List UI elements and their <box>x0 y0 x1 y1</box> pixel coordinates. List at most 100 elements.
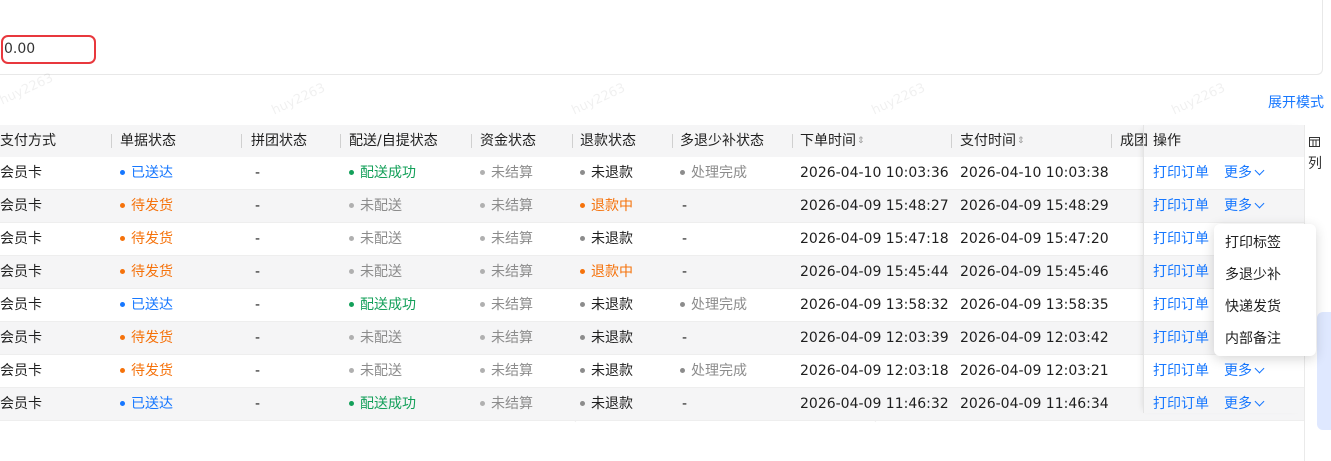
columns-icon[interactable] <box>1309 137 1320 150</box>
payment-method: 会员卡 <box>0 322 42 354</box>
adjust-status: - <box>682 190 687 222</box>
status-dot <box>349 334 354 340</box>
pay-time: 2026-04-09 12:03:21 <box>960 355 1109 387</box>
status-dot <box>120 301 125 307</box>
order-time: 2026-04-09 15:47:18 <box>800 223 949 255</box>
floating-side-tab[interactable] <box>1317 312 1331 430</box>
expand-mode-link[interactable]: 展开模式 <box>1268 92 1324 112</box>
fund-status: 未结算 <box>480 223 533 255</box>
adjust-status: 处理完成 <box>680 157 747 189</box>
status-dot <box>480 169 485 175</box>
delivery-status: 未配送 <box>349 223 402 255</box>
summary-panel: 0.00 <box>0 0 1323 75</box>
column-divider <box>572 134 573 148</box>
status-dot <box>349 301 354 307</box>
dropdown-item[interactable]: 内部备注 <box>1214 323 1316 355</box>
order-time: 2026-04-10 10:03:36 <box>800 157 949 189</box>
delivery-status-text: 配送成功 <box>360 396 416 412</box>
delivery-status-text: 配送成功 <box>360 297 416 313</box>
pay-time-text: 2026-04-09 12:03:42 <box>960 330 1109 346</box>
pay-time: 2026-04-09 15:45:46 <box>960 256 1109 288</box>
status-dot <box>480 268 485 274</box>
status-dot <box>349 400 354 406</box>
column-settings-label[interactable]: 列 <box>1308 153 1322 173</box>
column-header-label: 拼团状态 <box>251 133 307 149</box>
dropdown-item[interactable]: 快递发货 <box>1214 291 1316 323</box>
table-row: 会员卡 已送达 - 配送成功 未结算 未退款 - 2026-04-09 11:46:32 202… <box>0 388 1304 421</box>
order-time-text: 2026-04-09 12:03:39 <box>800 330 949 346</box>
document-status-text: 已送达 <box>131 297 173 313</box>
column-header: 配送/自提状态 <box>349 125 438 157</box>
document-status-text: 待发货 <box>131 231 173 247</box>
order-time: 2026-04-09 13:58:32 <box>800 289 949 321</box>
refund-status-text: 退款中 <box>591 198 633 214</box>
refund-status-text: 未退款 <box>591 165 633 181</box>
document-status: 待发货 <box>120 223 173 255</box>
table-row: 会员卡 待发货 - 未配送 未结算 退款中 - 2026-04-09 15:48:27 2026… <box>0 190 1304 223</box>
status-dot <box>580 367 585 373</box>
column-header-label: 退款状态 <box>580 133 636 149</box>
status-dot <box>120 400 125 406</box>
group-status-text: - <box>255 264 261 280</box>
fund-status: 未结算 <box>480 322 533 354</box>
payment-method: 会员卡 <box>0 388 42 420</box>
payment-method-text: 会员卡 <box>0 231 42 247</box>
document-status-text: 已送达 <box>131 165 173 181</box>
status-dot <box>580 400 585 406</box>
column-header[interactable]: 下单时间⇕ <box>800 125 865 157</box>
sort-icon[interactable]: ⇕ <box>857 136 865 146</box>
column-header-label: 支付时间 <box>960 133 1016 149</box>
table-body: 会员卡 已送达 - 配送成功 未结算 未退款 处理完成 2026-04-10 10:03:36… <box>0 157 1304 421</box>
column-header: 单据状态 <box>120 125 176 157</box>
fund-status-text: 未结算 <box>491 198 533 214</box>
fund-status-text: 未结算 <box>491 297 533 313</box>
order-time-text: 2026-04-09 15:47:18 <box>800 231 949 247</box>
payment-method-text: 会员卡 <box>0 330 42 346</box>
document-status: 已送达 <box>120 289 173 321</box>
fund-status: 未结算 <box>480 355 533 387</box>
watermark-text: huy2263 <box>269 80 328 119</box>
column-header[interactable]: 支付时间⇕ <box>960 125 1025 157</box>
table-row: 会员卡 已送达 - 配送成功 未结算 未退款 处理完成 2026-04-10 10:03:36… <box>0 157 1304 190</box>
status-dot <box>120 169 125 175</box>
dropdown-item[interactable]: 多退少补 <box>1214 259 1316 291</box>
delivery-status: 未配送 <box>349 322 402 354</box>
order-time-text: 2026-04-10 10:03:36 <box>800 165 949 181</box>
pay-time: 2026-04-10 10:03:38 <box>960 157 1109 189</box>
delivery-status: 配送成功 <box>349 289 416 321</box>
status-dot <box>580 301 585 307</box>
column-header: 多退少补状态 <box>680 125 764 157</box>
column-divider <box>1111 134 1112 148</box>
document-status-text: 已送达 <box>131 396 173 412</box>
group-status-text: - <box>255 297 261 313</box>
pay-time-text: 2026-04-09 12:03:21 <box>960 363 1109 379</box>
column-divider <box>792 134 793 148</box>
column-header-label: 多退少补状态 <box>680 133 764 149</box>
refund-status: 退款中 <box>580 256 633 288</box>
group-status: - <box>255 355 260 387</box>
column-divider <box>951 134 952 148</box>
fund-status-text: 未结算 <box>491 330 533 346</box>
order-list-page: 0.00 huy2263 huy2263 huy2263 huy2263 huy2263… <box>0 0 1331 461</box>
sort-icon[interactable]: ⇕ <box>1017 136 1025 146</box>
column-header-label: 下单时间 <box>800 133 856 149</box>
fund-status: 未结算 <box>480 157 533 189</box>
delivery-status-text: 未配送 <box>360 330 402 346</box>
refund-status-text: 未退款 <box>591 297 633 313</box>
status-dot <box>480 367 485 373</box>
pay-time: 2026-04-09 13:58:35 <box>960 289 1109 321</box>
refund-status: 未退款 <box>580 157 633 189</box>
fund-status: 未结算 <box>480 190 533 222</box>
dropdown-item[interactable]: 打印标签 <box>1214 227 1316 259</box>
pay-time-text: 2026-04-09 13:58:35 <box>960 297 1109 313</box>
watermark-text: huy2263 <box>569 80 628 119</box>
status-dot <box>120 268 125 274</box>
group-status-text: - <box>255 165 261 181</box>
delivery-status-text: 未配送 <box>360 264 402 280</box>
adjust-status-text: 处理完成 <box>691 297 747 313</box>
group-status: - <box>255 190 260 222</box>
order-time: 2026-04-09 12:03:39 <box>800 322 949 354</box>
pay-time: 2026-04-09 15:47:20 <box>960 223 1109 255</box>
adjust-status-text: - <box>682 231 688 247</box>
status-dot <box>349 169 354 175</box>
